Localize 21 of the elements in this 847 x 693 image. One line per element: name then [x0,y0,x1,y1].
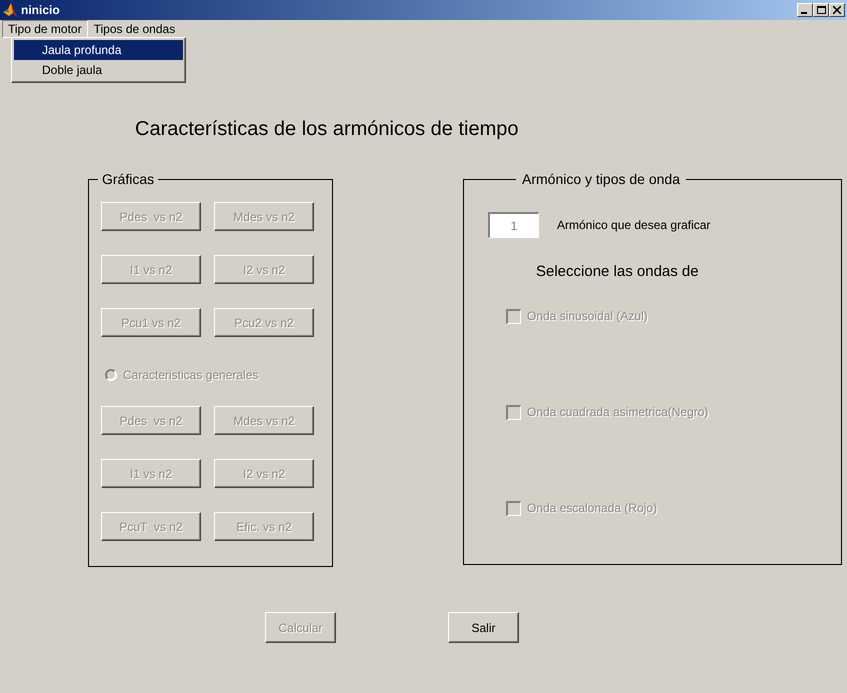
minimize-button[interactable] [797,3,813,17]
harmonic-field[interactable]: 1 [488,212,539,238]
dropdown-item[interactable]: Jaula profunda [14,40,183,60]
heading: Características de los armónicos de tiempo [135,117,518,141]
panel-title: Gráficas [101,170,156,189]
panel-title: Armónico y tipos de onda [521,170,681,189]
checkbox-label: Onda cuadrada asimetrica(Negro) [527,404,708,421]
close-icon [833,6,841,14]
menu-item[interactable]: Tipos de ondas [88,20,182,38]
action-button[interactable]: Salir [448,612,519,643]
checkbox-label: Onda sinusoidal (Azul) [527,308,648,325]
checkbox-label: Onda escalonada (Rojo) [527,500,658,517]
maximize-button[interactable] [813,3,829,17]
close-button[interactable] [829,3,845,17]
app-logo-icon [2,2,18,18]
window-title: ninicio [21,2,60,19]
dropdown-item[interactable]: Doble jaula [14,60,183,80]
radio-label: Caracteristicas generales [123,367,258,384]
field-label: Armónico que desea graficar [557,217,710,234]
subtitle: Seleccione las ondas de [536,263,699,280]
maximize-icon [816,6,826,14]
